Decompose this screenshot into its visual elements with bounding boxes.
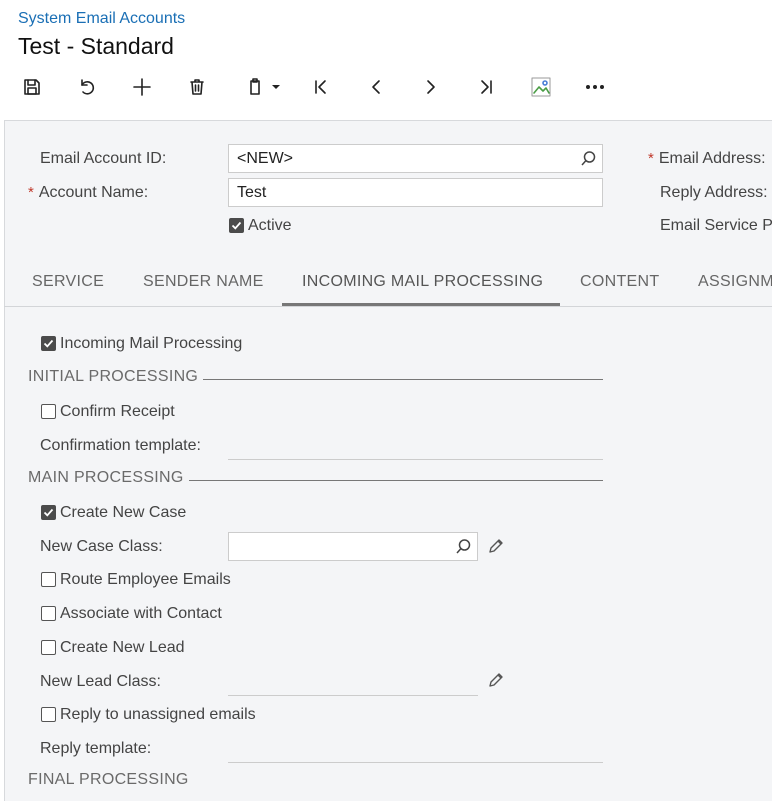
more-icon: [585, 85, 604, 90]
create-new-case-label: Create New Case: [60, 504, 187, 521]
new-case-class-field[interactable]: [228, 532, 478, 561]
new-lead-class-field[interactable]: [228, 695, 478, 696]
associate-with-contact-checkbox[interactable]: [41, 606, 56, 621]
new-lead-class-label: New Lead Class:: [40, 673, 161, 690]
copy-paste-icon: [250, 78, 260, 95]
create-new-lead-label: Create New Lead: [60, 639, 185, 656]
page-title: Test - Standard: [18, 33, 174, 59]
search-icon[interactable]: [580, 150, 597, 167]
email-account-id-value: <NEW>: [237, 150, 294, 167]
confirm-receipt-checkbox[interactable]: [41, 404, 56, 419]
first-record-button[interactable]: [306, 72, 336, 102]
add-icon: [133, 78, 151, 96]
route-employee-emails-checkbox[interactable]: [41, 572, 56, 587]
undo-button[interactable]: [72, 72, 102, 102]
previous-record-icon: [372, 80, 380, 94]
reply-to-unassigned-label: Reply to unassigned emails: [60, 706, 256, 723]
undo-icon: [81, 79, 95, 95]
incoming-mail-processing-checkbox[interactable]: [41, 336, 56, 351]
required-mark: *: [648, 150, 654, 167]
reply-template-label: Reply template:: [40, 740, 152, 757]
reply-address-label: Reply Address:: [660, 184, 768, 201]
create-new-lead-checkbox[interactable]: [41, 640, 56, 655]
reply-to-unassigned-checkbox[interactable]: [41, 707, 56, 722]
search-icon[interactable]: [455, 538, 472, 555]
next-record-button[interactable]: [416, 72, 446, 102]
section-divider: [203, 379, 603, 380]
copy-paste-button[interactable]: [239, 72, 287, 102]
save-icon: [24, 79, 40, 95]
tab-assignment[interactable]: ASSIGNM: [698, 273, 772, 291]
active-checkbox[interactable]: [229, 218, 244, 233]
confirmation-template-field[interactable]: [228, 459, 603, 460]
add-button[interactable]: [127, 72, 157, 102]
email-account-id-field[interactable]: <NEW>: [228, 144, 603, 173]
final-processing-header: FINAL PROCESSING: [28, 771, 189, 788]
associate-with-contact-label: Associate with Contact: [60, 605, 222, 622]
image-button[interactable]: [526, 72, 556, 102]
last-record-icon: [481, 80, 492, 94]
initial-processing-header: INITIAL PROCESSING: [28, 368, 199, 385]
route-employee-emails-label: Route Employee Emails: [60, 571, 231, 588]
section-divider: [189, 480, 603, 481]
email-address-label: * Email Address:: [648, 150, 766, 167]
next-record-icon: [427, 80, 435, 94]
active-label: Active: [248, 217, 292, 234]
chevron-down-icon: [272, 85, 280, 89]
tab-incoming-mail-processing[interactable]: INCOMING MAIL PROCESSING: [302, 273, 543, 291]
tab-sender-name[interactable]: SENDER NAME: [143, 273, 264, 291]
more-button[interactable]: [580, 72, 610, 102]
pencil-icon[interactable]: [487, 671, 505, 689]
confirm-receipt-label: Confirm Receipt: [60, 403, 175, 420]
last-record-button[interactable]: [471, 72, 501, 102]
tab-divider: [4, 306, 772, 307]
confirmation-template-label: Confirmation template:: [40, 437, 201, 454]
incoming-mail-processing-label: Incoming Mail Processing: [60, 335, 243, 352]
form-panel: [4, 120, 772, 801]
delete-icon: [190, 79, 204, 95]
main-processing-header: MAIN PROCESSING: [28, 469, 184, 486]
tab-content[interactable]: CONTENT: [580, 273, 659, 291]
create-new-case-checkbox[interactable]: [41, 505, 56, 520]
required-mark: *: [28, 184, 34, 201]
email-service-label: Email Service P: [660, 217, 772, 234]
save-button[interactable]: [17, 72, 47, 102]
account-name-label: * Account Name:: [28, 184, 149, 201]
account-name-value: Test: [237, 184, 267, 201]
account-name-field[interactable]: Test: [228, 178, 603, 207]
pencil-icon[interactable]: [487, 537, 505, 555]
reply-template-field[interactable]: [228, 762, 603, 763]
previous-record-button[interactable]: [361, 72, 391, 102]
email-account-id-label: Email Account ID:: [40, 150, 167, 167]
first-record-icon: [315, 80, 326, 94]
delete-button[interactable]: [182, 72, 212, 102]
new-case-class-label: New Case Class:: [40, 538, 163, 555]
breadcrumb[interactable]: System Email Accounts: [18, 10, 185, 28]
image-icon: [531, 77, 551, 97]
tab-service[interactable]: SERVICE: [32, 273, 104, 291]
active-tab-indicator: [282, 303, 560, 306]
